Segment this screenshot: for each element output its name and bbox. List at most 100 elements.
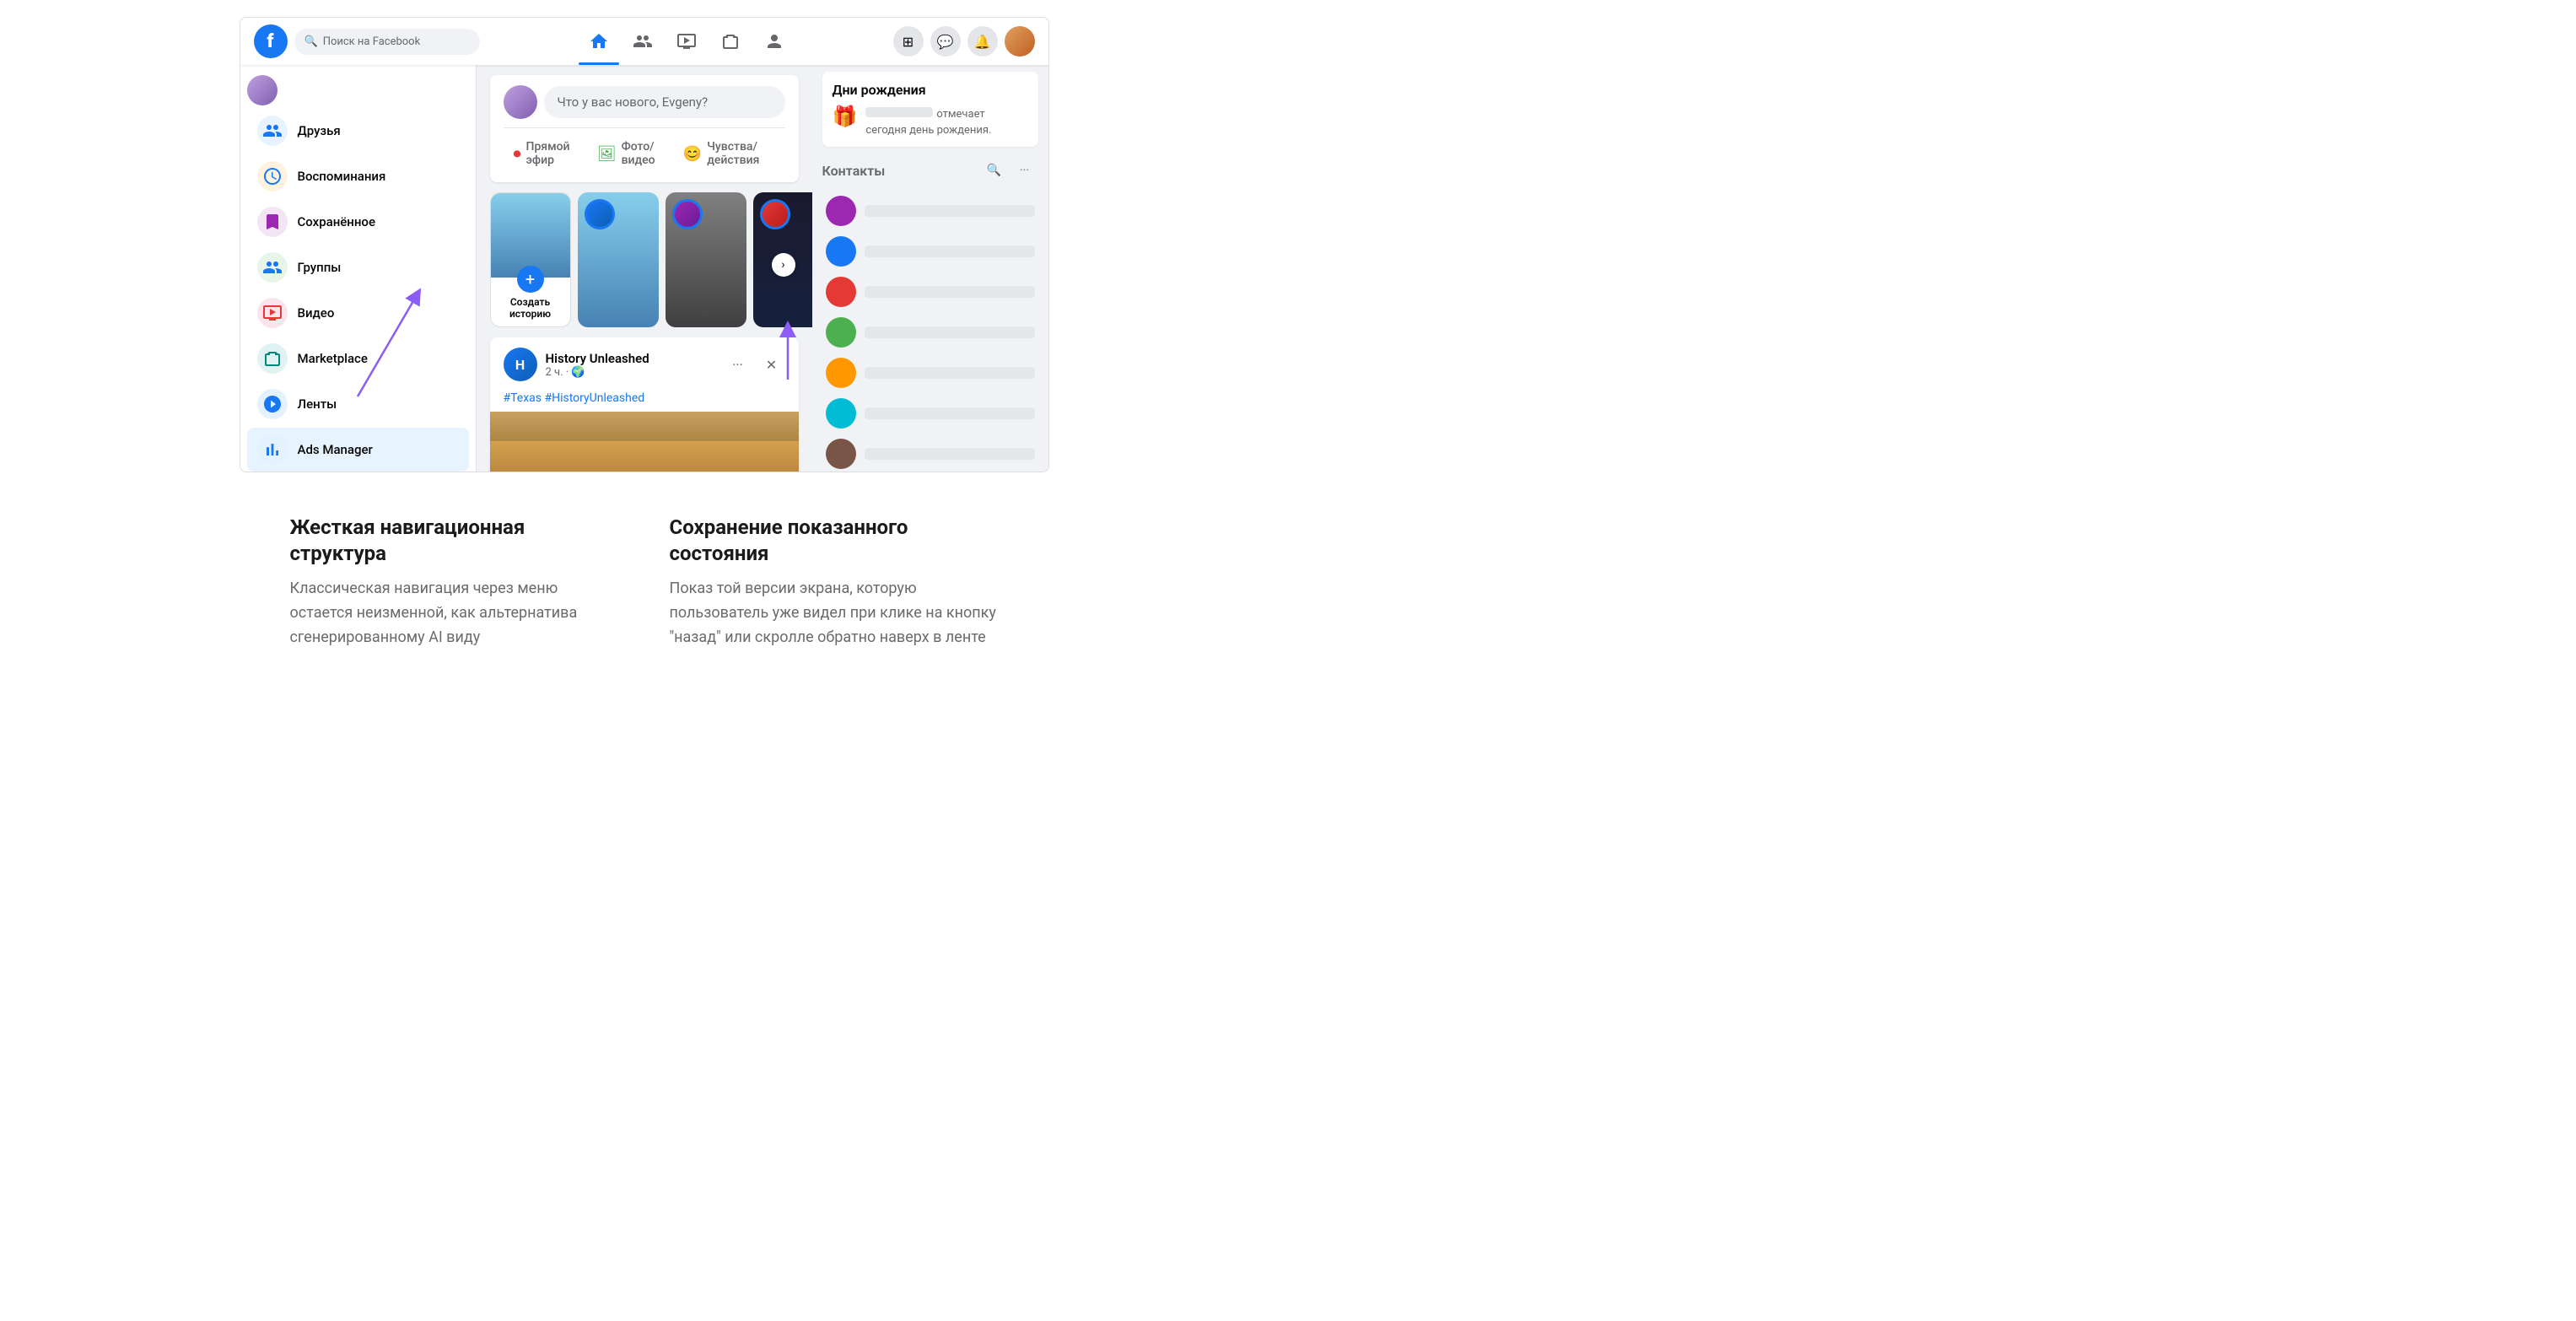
sidebar-video-label: Видео (298, 305, 335, 321)
sidebar-friends-label: Друзья (298, 123, 341, 138)
contact-avatar (826, 398, 856, 429)
stories-container: + Создать историю (490, 192, 812, 327)
post-actions: ··· ✕ (725, 351, 785, 378)
contact-item[interactable] (822, 312, 1038, 353)
apps-button[interactable]: ⊞ (893, 26, 924, 57)
fb-sidebar: Друзья Воспоминания Сохранённое (240, 65, 477, 472)
live-icon: ⏺ (514, 145, 521, 163)
fb-right-panel: Дни рождения 🎁 отмечает сегодня день рож… (812, 65, 1048, 472)
story-2-avatar (672, 199, 703, 229)
create-story-label: Создать историю (491, 296, 570, 320)
story-2[interactable] (666, 192, 746, 327)
contact-avatar (826, 439, 856, 469)
contact-name (865, 286, 1035, 298)
contact-name (865, 205, 1035, 217)
birthday-title: Дни рождения (833, 82, 1028, 98)
feeling-label: Чувства/действия (707, 140, 774, 167)
live-action-button[interactable]: ⏺ Прямой эфир (504, 135, 587, 172)
contacts-header: Контакты 🔍 ··· (822, 157, 1038, 184)
video-icon (257, 298, 288, 328)
photo-icon: 🖼 (597, 145, 617, 163)
nav-friends-button[interactable] (622, 21, 663, 62)
sidebar-item-reels[interactable]: Ленты (247, 382, 469, 426)
create-post-actions: ⏺ Прямой эфир 🖼 Фото/видео 😊 Чувства/дей… (504, 127, 785, 172)
birthday-person-name (865, 107, 933, 117)
contact-name (865, 367, 1035, 379)
stories-next-button[interactable]: › (772, 253, 795, 277)
sidebar-item-saved[interactable]: Сохранённое (247, 200, 469, 244)
reels-icon (257, 389, 288, 419)
bottom-left-title: Жесткая навигационная структура (290, 515, 619, 567)
memories-icon (257, 161, 288, 191)
contact-avatar (826, 196, 856, 226)
post-close-button[interactable]: ✕ (758, 351, 785, 378)
contact-item[interactable] (822, 434, 1038, 472)
groups-icon (257, 252, 288, 283)
story-3-avatar (760, 199, 790, 229)
notifications-button[interactable]: 🔔 (967, 26, 998, 57)
post-meta: History Unleashed 2 ч. · 🌍 (546, 351, 716, 379)
contact-name (865, 245, 1035, 257)
stories-row: + Создать историю (490, 192, 799, 337)
bottom-left-col: Жесткая навигационная структура Классиче… (290, 515, 619, 650)
contact-item[interactable] (822, 191, 1038, 231)
contacts-section: Контакты 🔍 ··· (822, 157, 1038, 472)
photo-action-button[interactable]: 🖼 Фото/видео (587, 135, 673, 172)
contact-avatar (826, 358, 856, 388)
post-header: H History Unleashed 2 ч. · 🌍 ··· ✕ (490, 337, 799, 391)
create-post-input[interactable]: Что у вас нового, Evgeny? (544, 86, 785, 118)
story-1[interactable] (578, 192, 659, 327)
contacts-more-button[interactable]: ··· (1011, 157, 1038, 184)
user-avatar[interactable] (1005, 26, 1035, 57)
nav-marketplace-button[interactable] (710, 21, 751, 62)
ads-manager-icon (257, 434, 288, 465)
sidebar-reels-label: Ленты (298, 396, 337, 412)
post-page-name[interactable]: History Unleashed (546, 351, 716, 366)
feeling-icon: 😊 (683, 145, 702, 163)
contacts-search-button[interactable]: 🔍 (981, 157, 1008, 184)
sidebar-item-groups[interactable]: Группы (247, 245, 469, 289)
post-page-avatar: H (504, 348, 537, 381)
post-hashtag[interactable]: #Texas #HistoryUnleashed (490, 391, 799, 412)
contacts-list (822, 191, 1038, 472)
friends-icon (257, 116, 288, 146)
photo-label: Фото/видео (622, 140, 663, 167)
birthday-text: отмечает сегодня день рождения. (865, 105, 1027, 137)
contact-name (865, 407, 1035, 419)
nav-home-button[interactable] (579, 21, 619, 62)
contact-item[interactable] (822, 272, 1038, 312)
contact-item[interactable] (822, 393, 1038, 434)
feeling-action-button[interactable]: 😊 Чувства/действия (673, 135, 785, 172)
fb-search-bar[interactable]: 🔍 Поиск на Facebook (294, 29, 480, 55)
create-story-card[interactable]: + Создать историю (490, 192, 571, 327)
bottom-right-title: Сохранение показанного состояния (670, 515, 999, 567)
birthday-icon: 🎁 (833, 105, 858, 128)
contact-item[interactable] (822, 231, 1038, 272)
birthday-card: Дни рождения 🎁 отмечает сегодня день рож… (822, 72, 1038, 147)
sidebar-item-marketplace[interactable]: Marketplace (247, 337, 469, 380)
fb-nav-icons (480, 21, 893, 62)
bottom-right-col: Сохранение показанного состояния Показ т… (670, 515, 999, 650)
post-battle-image (490, 412, 799, 472)
nav-profile-button[interactable] (754, 21, 795, 62)
sidebar-item-video[interactable]: Видео (247, 291, 469, 335)
fb-right-icons: ⊞ 💬 🔔 (893, 26, 1035, 57)
fb-logo[interactable]: f (254, 24, 288, 58)
contact-avatar (826, 277, 856, 307)
contact-avatar (826, 236, 856, 267)
live-label: Прямой эфир (526, 140, 577, 167)
nav-video-button[interactable] (666, 21, 707, 62)
fb-screenshot: f 🔍 Поиск на Facebook (240, 17, 1049, 472)
sidebar-item-friends[interactable]: Друзья (247, 109, 469, 153)
sidebar-item-ads-manager[interactable]: Ads Manager (247, 428, 469, 472)
post-card: H History Unleashed 2 ч. · 🌍 ··· ✕ #Texa… (490, 337, 799, 472)
sidebar-marketplace-label: Marketplace (298, 351, 368, 366)
story-1-avatar (585, 199, 615, 229)
fb-main: Друзья Воспоминания Сохранённое (240, 65, 1048, 472)
sidebar-user-avatar[interactable] (247, 75, 278, 105)
create-post-box: Что у вас нового, Evgeny? ⏺ Прямой эфир … (490, 75, 799, 182)
contact-item[interactable] (822, 353, 1038, 393)
messenger-button[interactable]: 💬 (930, 26, 961, 57)
post-more-button[interactable]: ··· (725, 351, 752, 378)
sidebar-item-memories[interactable]: Воспоминания (247, 154, 469, 198)
